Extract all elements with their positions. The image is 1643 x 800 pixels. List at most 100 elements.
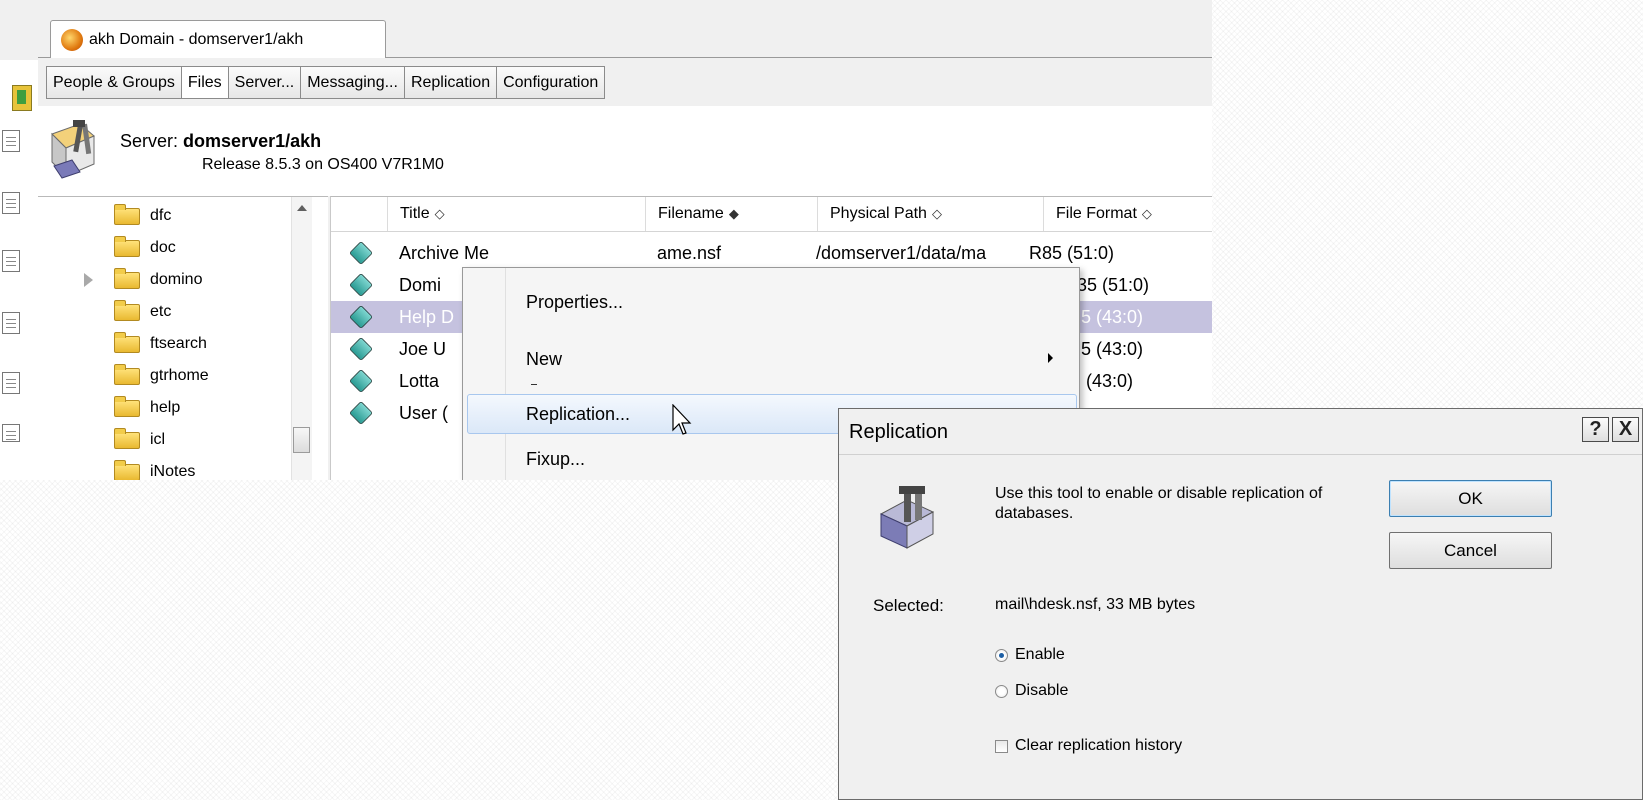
database-icon — [348, 368, 374, 394]
cancel-button[interactable]: Cancel — [1389, 532, 1552, 569]
selected-label: Selected: — [873, 596, 944, 615]
tab-server[interactable]: Server... — [228, 66, 302, 99]
folder-icon — [114, 203, 140, 225]
clear-history-label: Clear replication history — [1015, 737, 1183, 754]
cell-title: Joe U — [399, 338, 447, 359]
close-button[interactable]: X — [1612, 417, 1639, 442]
folder-icon — [114, 459, 140, 480]
tab-replication[interactable]: Replication — [404, 66, 498, 99]
column-header-file-format[interactable]: File Format ◇ — [1043, 197, 1212, 231]
tree-item[interactable]: help — [114, 395, 180, 421]
radio-unselected-icon[interactable] — [995, 684, 1008, 698]
tab-people-groups[interactable]: People & Groups — [46, 66, 182, 99]
database-icon — [348, 400, 374, 426]
selected-value: mail\hdesk.nsf, 33 MB bytes — [995, 596, 1196, 613]
main-tabs: People & Groups Files Server... Messagin… — [46, 66, 606, 99]
menu-separator — [531, 384, 537, 385]
folder-icon — [114, 331, 140, 353]
database-icon — [348, 240, 374, 266]
document-icon[interactable] — [2, 130, 20, 152]
folder-icon — [114, 363, 140, 385]
tree-item[interactable]: icl — [114, 427, 165, 453]
folder-icon — [114, 299, 140, 321]
cell-path: /domserver1/data/ma — [816, 242, 987, 263]
menu-item-replication[interactable]: Replication... — [526, 397, 630, 431]
dialog-description: Use this tool to enable or disable repli… — [995, 485, 1323, 522]
cell-title: Domi — [399, 274, 442, 295]
tab-messaging[interactable]: Messaging... — [301, 66, 405, 99]
dialog-title: Replication — [849, 421, 948, 443]
disable-radio[interactable]: Disable — [995, 680, 1068, 702]
scroll-up-arrow-icon[interactable] — [297, 205, 307, 211]
tree-item[interactable]: doc — [114, 235, 176, 261]
sort-icon: ◇ — [931, 206, 942, 221]
database-icon — [348, 336, 374, 362]
document-icon[interactable] — [2, 372, 20, 394]
replication-tools-icon — [879, 486, 935, 549]
document-icon[interactable] — [2, 250, 20, 272]
mouse-pointer-icon — [672, 404, 692, 435]
tree-item[interactable]: domino — [114, 267, 202, 293]
window-tab-title: akh Domain - domserver1/akh — [89, 30, 304, 48]
tab-configuration[interactable]: Configuration — [497, 66, 606, 99]
window-tab[interactable]: akh Domain - domserver1/akh — [50, 20, 386, 58]
cell-title: User ( — [399, 402, 448, 423]
sort-icon: ◇ — [434, 206, 445, 221]
cell-format: 5 (43:0) — [1081, 338, 1144, 359]
tree-item[interactable]: etc — [114, 299, 171, 325]
enable-radio[interactable]: Enable — [995, 644, 1065, 666]
cell-format: 35 (51:0) — [1077, 274, 1150, 295]
cell-filename: ame.nsf — [657, 242, 722, 263]
tree-item[interactable]: dfc — [114, 203, 171, 229]
server-name: domserver1/akh — [183, 131, 322, 151]
ok-button[interactable]: OK — [1389, 480, 1552, 517]
menu-gutter — [505, 268, 506, 480]
disable-label: Disable — [1015, 682, 1069, 699]
menu-item-properties[interactable]: Properties... — [526, 285, 623, 319]
replication-dialog: Replication ? X Use this tool to enable … — [838, 408, 1643, 800]
database-icon — [348, 304, 374, 330]
enable-label: Enable — [1015, 646, 1065, 663]
cell-format: (43:0) — [1086, 370, 1134, 391]
cell-format: 5 (43:0) — [1081, 306, 1144, 327]
server-tools-icon — [51, 120, 95, 179]
clear-history-checkbox[interactable]: Clear replication history — [995, 735, 1182, 757]
radio-selected-icon[interactable] — [995, 648, 1008, 662]
tree-item[interactable]: iNotes — [114, 459, 195, 480]
folder-icon — [114, 235, 140, 257]
tree-item[interactable]: gtrhome — [114, 363, 209, 389]
column-header-physical-path[interactable]: Physical Path ◇ — [817, 197, 1043, 231]
server-release: Release 8.5.3 on OS400 V7R1M0 — [202, 156, 444, 173]
server-header: Server: domserver1/akh Release 8.5.3 on … — [38, 106, 1212, 196]
table-row[interactable]: Archive Me ame.nsf /domserver1/data/ma R… — [331, 237, 1212, 269]
server-label: Server: domserver1/akh — [120, 131, 321, 152]
column-header-title[interactable]: Title ◇ — [387, 197, 645, 231]
server-label-prefix: Server: — [120, 131, 179, 151]
cell-title: Help D — [399, 306, 455, 327]
expand-arrow-icon[interactable] — [84, 273, 93, 287]
left-bookmark-strip — [0, 60, 40, 480]
domino-logo-icon — [61, 28, 83, 51]
menu-item-new[interactable]: New — [526, 342, 562, 376]
database-icon — [348, 272, 374, 298]
tree-item[interactable]: ftsearch — [114, 331, 207, 357]
sort-icon: ◆ — [728, 206, 739, 221]
folder-tree: dfc doc domino etc ftsearch gtrhome help… — [38, 196, 328, 480]
document-icon[interactable] — [2, 192, 20, 214]
bookmark-icon[interactable] — [12, 85, 32, 111]
help-button[interactable]: ? — [1582, 417, 1609, 442]
checkbox-unchecked-icon[interactable] — [995, 739, 1008, 753]
folder-icon — [114, 427, 140, 449]
dialog-divider — [839, 454, 1642, 455]
scroll-thumb[interactable] — [293, 427, 310, 453]
folder-icon — [114, 267, 140, 289]
document-icon[interactable] — [2, 312, 20, 334]
column-header-filename[interactable]: Filename ◆ — [645, 197, 817, 231]
menu-item-fixup[interactable]: Fixup... — [526, 442, 585, 476]
dialog-title-bar[interactable]: Replication ? X — [839, 409, 1642, 454]
submenu-arrow-icon — [1048, 353, 1053, 363]
tab-files[interactable]: Files — [181, 66, 229, 99]
document-icon[interactable] — [2, 424, 20, 442]
cell-format: R85 (51:0) — [1029, 242, 1115, 263]
tree-scrollbar[interactable] — [291, 197, 312, 480]
